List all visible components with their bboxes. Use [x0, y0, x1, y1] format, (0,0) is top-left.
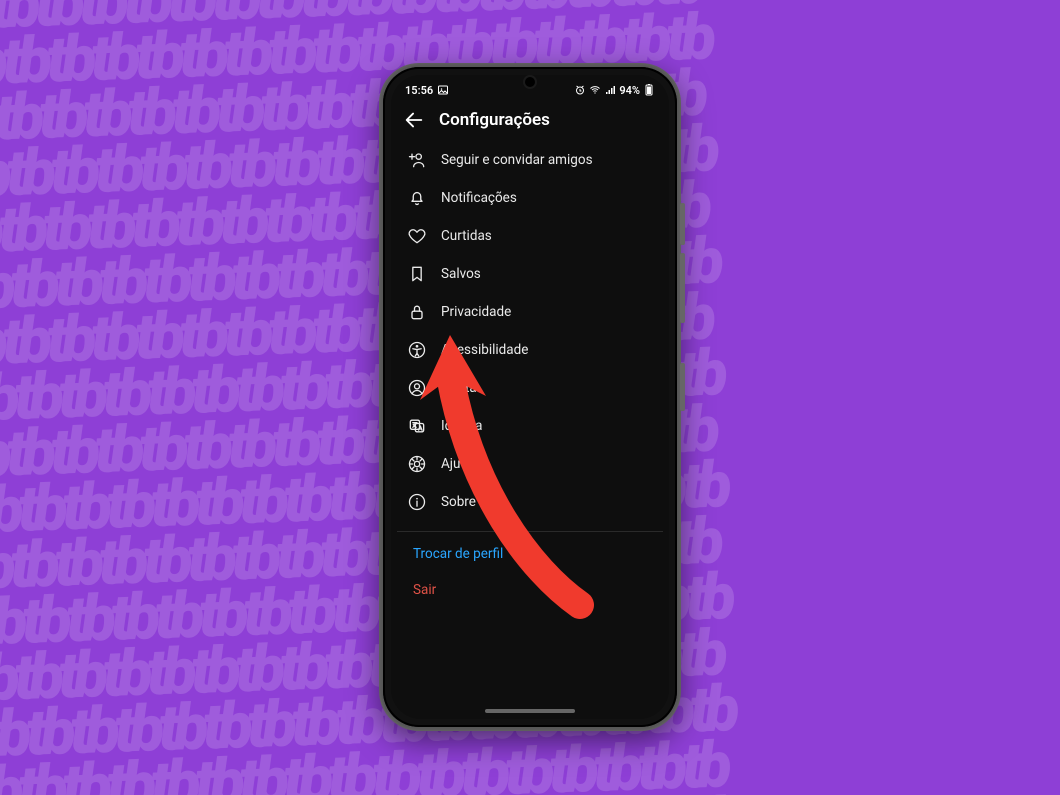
alarm-icon [574, 84, 586, 96]
phone-side-button [680, 203, 685, 245]
menu-item-label: Notificações [441, 190, 517, 206]
phone-side-button [680, 253, 685, 323]
switch-profile-link[interactable]: Trocar de perfil [397, 536, 663, 572]
menu-item-label: Seguir e convidar amigos [441, 152, 593, 168]
help-icon [407, 454, 427, 474]
info-icon [407, 492, 427, 512]
camera-hole [525, 77, 535, 87]
wifi-icon [589, 84, 601, 96]
battery-percent: 94% [619, 84, 640, 97]
menu-item-label: Salvos [441, 266, 481, 282]
back-button[interactable] [403, 109, 425, 131]
bell-icon [407, 188, 427, 208]
language-icon [407, 416, 427, 436]
menu-item-accessibility[interactable]: Acessibilidade [397, 331, 663, 369]
home-indicator [485, 709, 575, 713]
accessibility-icon [407, 340, 427, 360]
menu-item-likes[interactable]: Curtidas [397, 217, 663, 255]
menu-item-label: Conta [441, 380, 477, 396]
divider [397, 531, 663, 532]
bookmark-icon [407, 264, 427, 284]
menu-item-language[interactable]: Idioma [397, 407, 663, 445]
battery-icon [643, 84, 655, 96]
menu-item-saved[interactable]: Salvos [397, 255, 663, 293]
person-add-icon [407, 150, 427, 170]
menu-item-notifications[interactable]: Notificações [397, 179, 663, 217]
signal-icon [604, 84, 616, 96]
menu-item-privacy[interactable]: Privacidade [397, 293, 663, 331]
settings-menu: Seguir e convidar amigos Notificações Cu… [391, 141, 669, 608]
logout-link[interactable]: Sair [397, 572, 663, 608]
heart-icon [407, 226, 427, 246]
status-time: 15:56 [405, 84, 433, 97]
menu-item-label: Curtidas [441, 228, 492, 244]
menu-item-help[interactable]: Ajuda [397, 445, 663, 483]
link-label: Trocar de perfil [413, 546, 503, 562]
user-circle-icon [407, 378, 427, 398]
link-label: Sair [413, 582, 436, 598]
menu-item-label: Idioma [441, 418, 482, 434]
menu-item-about[interactable]: Sobre [397, 483, 663, 521]
phone-side-button [680, 363, 685, 411]
menu-item-label: Sobre [441, 494, 476, 510]
menu-item-label: Privacidade [441, 304, 511, 320]
lock-icon [407, 302, 427, 322]
menu-item-label: Acessibilidade [441, 342, 528, 358]
phone-screen: 15:56 [391, 75, 669, 719]
page-title: Configurações [439, 110, 550, 130]
menu-item-account[interactable]: Conta [397, 369, 663, 407]
menu-item-label: Ajuda [441, 456, 475, 472]
screen-header: Configurações [391, 103, 669, 141]
image-icon [437, 84, 449, 96]
phone-frame: 15:56 [379, 63, 681, 731]
menu-item-follow-invite[interactable]: Seguir e convidar amigos [397, 141, 663, 179]
tutorial-image: tbtbtbtbtbtbtbtbtbtbtbtbtbtbtbtbtb tbtbt… [0, 0, 1060, 795]
